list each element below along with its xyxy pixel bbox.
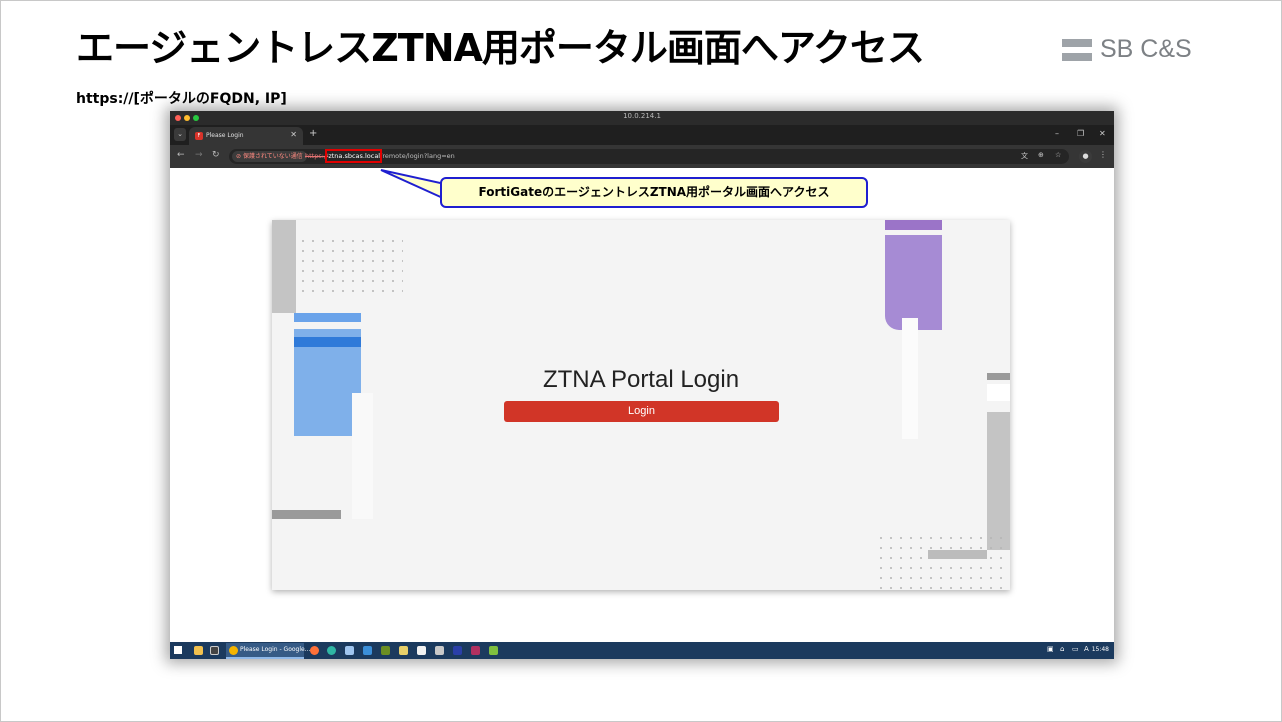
usb-icon[interactable]: ⌂ <box>1060 645 1064 653</box>
page-viewport: ZTNA Portal Login Login <box>170 168 1114 642</box>
tab-please-login[interactable]: F Please Login ✕ <box>189 127 303 145</box>
profile-icon[interactable]: ● <box>1079 150 1092 163</box>
translate-icon[interactable]: 文 <box>1021 151 1028 161</box>
app-icon-6[interactable] <box>435 646 444 655</box>
forward-icon[interactable]: → <box>195 150 203 160</box>
tab-search-button[interactable]: ⌄ <box>174 128 186 141</box>
url-path: remote/login?lang=en <box>382 152 455 160</box>
back-icon[interactable]: ← <box>177 150 185 160</box>
chrome-icon <box>229 646 238 655</box>
window-title: 10.0.214.1 <box>623 112 661 120</box>
app-icon-5[interactable] <box>417 646 426 655</box>
app-icon-1[interactable] <box>345 646 354 655</box>
browser-toolbar: ← → ↻ ⊘ 保護されていない通信 https://ztna.sbcas.lo… <box>170 145 1114 168</box>
deco-blue-strip-dark <box>294 337 361 347</box>
restore-icon[interactable]: ❐ <box>1077 129 1084 138</box>
taskbar-chrome-button[interactable]: Please Login - Google... <box>226 643 310 659</box>
login-card: ZTNA Portal Login Login <box>272 220 1010 590</box>
app-icon-7[interactable] <box>453 646 462 655</box>
portal-title: ZTNA Portal Login <box>542 366 740 393</box>
deco-white-bar-left <box>352 393 373 519</box>
deco-purple-strip <box>885 220 942 230</box>
tray-icon-1[interactable]: ▣ <box>1047 645 1054 653</box>
deco-dots-top <box>298 236 403 292</box>
star-icon[interactable]: ☆ <box>1055 151 1061 159</box>
security-chip-label: 保護されていない通信 <box>242 153 303 160</box>
terminal-icon[interactable] <box>210 646 219 655</box>
logo-text: SB C&S <box>1100 35 1192 63</box>
taskbar-clock: 15:48 <box>1091 646 1109 653</box>
new-tab-button[interactable]: + <box>309 128 317 139</box>
logo-bars-icon <box>1062 38 1092 61</box>
deco-purple-block <box>885 235 942 330</box>
taskbar-active-label: Please Login - Google... <box>240 646 311 653</box>
taskbar: Please Login - Google... ▣ ⌂ ▭ A 15:48 <box>170 642 1114 659</box>
sbcs-logo: SB C&S <box>1062 35 1192 64</box>
deco-gray-bar-right <box>987 412 1010 550</box>
network-icon[interactable]: ▭ <box>1072 645 1079 653</box>
file-explorer-icon[interactable] <box>194 646 203 655</box>
ime-indicator[interactable]: A <box>1084 645 1089 653</box>
window-titlebar: 10.0.214.1 <box>170 111 1114 125</box>
warning-icon: ⊘ <box>236 153 242 160</box>
app-icon-8[interactable] <box>471 646 480 655</box>
app-icon-4[interactable] <box>399 646 408 655</box>
deco-dots-bottom <box>876 533 1010 590</box>
tab-label: Please Login <box>206 132 244 139</box>
url-highlight-box <box>325 149 382 163</box>
deco-gray-line-bottom-right <box>928 550 987 559</box>
deco-gray-line-bottom-left <box>272 510 341 519</box>
deco-blue-strip <box>294 313 361 322</box>
callout-box: FortiGateのエージェントレスZTNA用ポータル画面へアクセス <box>440 177 868 208</box>
edge-icon[interactable] <box>327 646 336 655</box>
login-button[interactable]: Login <box>504 401 779 422</box>
tab-bar: ⌄ F Please Login ✕ + – ❐ ✕ <box>170 125 1114 145</box>
close-window-x-icon[interactable]: ✕ <box>1099 129 1106 138</box>
fortinet-icon: F <box>195 132 203 140</box>
app-icon-2[interactable] <box>363 646 372 655</box>
app-icon-9[interactable] <box>489 646 498 655</box>
deco-gray-bar-top-left <box>272 220 296 313</box>
zoom-icon[interactable]: ⊕ <box>1038 151 1044 159</box>
security-chip[interactable]: ⊘ 保護されていない通信 <box>232 151 307 162</box>
slide-subtitle: https://[ポータルのFQDN, IP] <box>76 91 287 107</box>
close-icon[interactable]: ✕ <box>290 130 297 139</box>
minimize-icon[interactable]: – <box>1055 129 1059 138</box>
slide-title: エージェントレスZTNA用ポータル画面へアクセス <box>76 26 925 70</box>
menu-icon[interactable]: ⋮ <box>1099 150 1107 159</box>
windows-start-icon[interactable] <box>174 646 182 654</box>
reload-icon[interactable]: ↻ <box>212 150 220 160</box>
app-icon-3[interactable] <box>381 646 390 655</box>
slide: エージェントレスZTNA用ポータル画面へアクセス SB C&S https://… <box>0 0 1282 722</box>
firefox-icon[interactable] <box>310 646 319 655</box>
